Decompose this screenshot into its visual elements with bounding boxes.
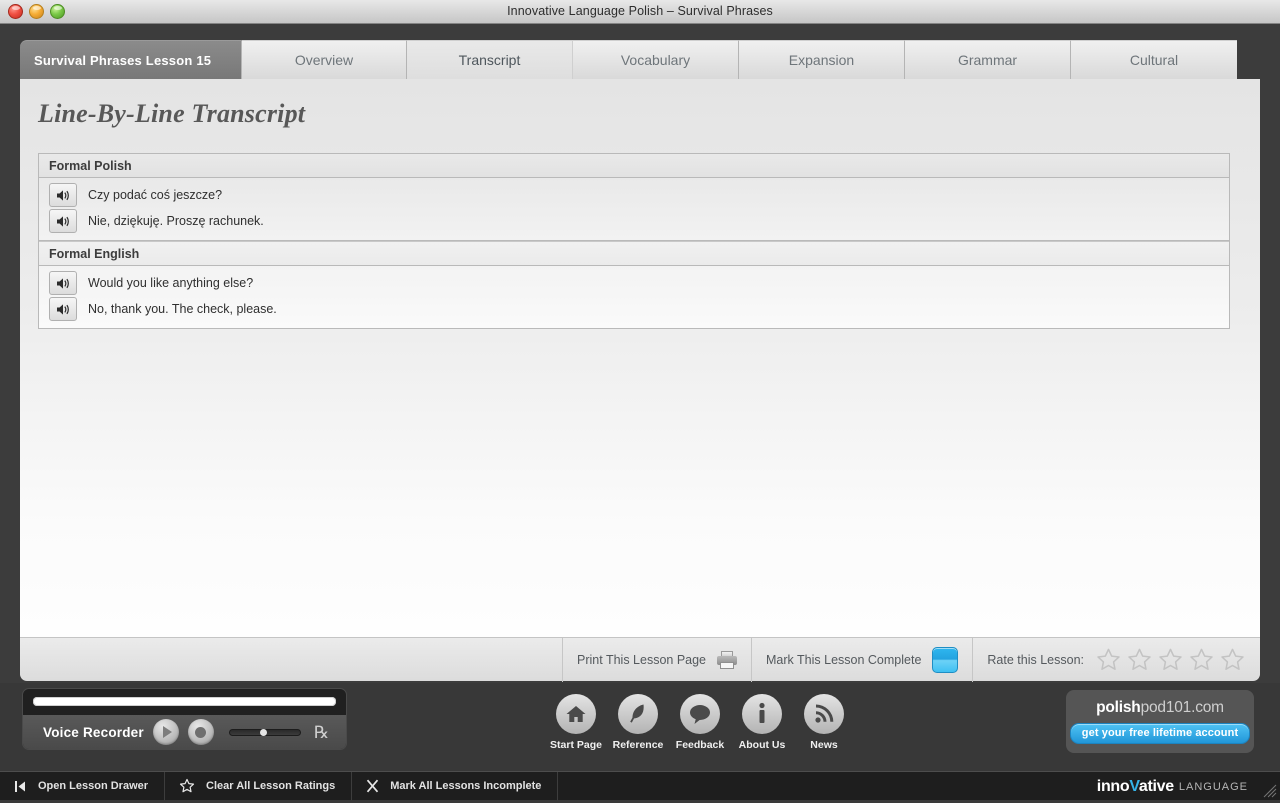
star-icon-1[interactable] bbox=[1095, 647, 1122, 673]
nav-reference[interactable]: Reference bbox=[613, 694, 663, 751]
nav-about-us-label: About Us bbox=[738, 739, 786, 751]
star-icon-4[interactable] bbox=[1188, 647, 1215, 673]
transcript-line[interactable]: Would you like anything else? bbox=[39, 270, 1229, 296]
tab-overview-label: Overview bbox=[294, 52, 354, 68]
nav-feedback[interactable]: Feedback bbox=[676, 694, 724, 751]
tab-cultural[interactable]: Cultural bbox=[1071, 40, 1237, 79]
tab-grammar[interactable]: Grammar bbox=[905, 40, 1071, 79]
lesson-title-tab[interactable]: Survival Phrases Lesson 15 bbox=[20, 40, 242, 79]
speaker-icon[interactable] bbox=[49, 183, 77, 207]
status-bar: Open Lesson Drawer Clear All Lesson Rati… bbox=[0, 771, 1280, 801]
star-icon-3[interactable] bbox=[1157, 647, 1184, 673]
print-lesson-label: Print This Lesson Page bbox=[577, 652, 707, 667]
voice-recorder-panel: Voice Recorder ℞ bbox=[22, 688, 347, 750]
window-title: Innovative Language Polish – Survival Ph… bbox=[507, 4, 773, 18]
nav-news-label: News bbox=[810, 739, 838, 751]
star-icon-5[interactable] bbox=[1219, 647, 1246, 673]
brand-part-2: ative bbox=[1138, 777, 1174, 795]
star-icon-2[interactable] bbox=[1126, 647, 1153, 673]
x-mark-icon bbox=[366, 779, 379, 793]
nav-start-page[interactable]: Start Page bbox=[550, 694, 602, 751]
promo-url: polishpod101.com bbox=[1096, 699, 1224, 717]
record-icon[interactable] bbox=[187, 719, 214, 745]
brand-subtitle: LANGUAGE bbox=[1178, 780, 1248, 793]
volume-slider[interactable] bbox=[228, 728, 301, 736]
tab-grammar-label: Grammar bbox=[957, 52, 1018, 68]
tab-vocabulary[interactable]: Vocabulary bbox=[573, 40, 739, 79]
tab-expansion[interactable]: Expansion bbox=[739, 40, 905, 79]
speech-bubble-icon bbox=[680, 694, 720, 734]
transcript-line-text: No, thank you. The check, please. bbox=[88, 302, 277, 316]
voice-recorder-label: Voice Recorder bbox=[43, 724, 144, 740]
rate-lesson-label: Rate this Lesson: bbox=[987, 652, 1084, 667]
print-lesson-button[interactable]: Print This Lesson Page bbox=[562, 637, 751, 682]
lesson-content-panel: Line-By-Line Transcript Formal Polish Cz… bbox=[20, 79, 1260, 679]
tab-strip-corner bbox=[1238, 40, 1260, 79]
transcript-line-text: Nie, dziękuję. Proszę rachunek. bbox=[88, 214, 264, 228]
speaker-icon[interactable] bbox=[49, 209, 77, 233]
transcript-line[interactable]: Czy podać coś jeszcze? bbox=[39, 182, 1229, 208]
transcript-section-body-english: Would you like anything else? No, thank … bbox=[39, 266, 1229, 328]
sound-wave-icon: ℞ bbox=[313, 722, 330, 742]
promo-url-rest: pod101.com bbox=[1140, 699, 1225, 716]
transcript-line[interactable]: Nie, dziękuję. Proszę rachunek. bbox=[39, 208, 1229, 234]
nav-reference-label: Reference bbox=[612, 739, 664, 751]
mark-lesson-complete-button[interactable]: Mark This Lesson Complete bbox=[751, 637, 972, 682]
star-outline-icon bbox=[179, 778, 195, 794]
rate-lesson-group: Rate this Lesson: bbox=[972, 637, 1260, 682]
tab-transcript-label: Transcript bbox=[458, 52, 521, 68]
tab-overview[interactable]: Overview bbox=[242, 40, 407, 79]
speaker-icon[interactable] bbox=[49, 271, 77, 295]
application-window: Innovative Language Polish – Survival Ph… bbox=[0, 0, 1280, 801]
clear-all-ratings-label: Clear All Lesson Ratings bbox=[206, 780, 336, 792]
transcript-line-text: Czy podać coś jeszcze? bbox=[88, 188, 223, 202]
mark-all-incomplete-label: Mark All Lessons Incomplete bbox=[390, 780, 542, 792]
free-account-button[interactable]: get your free lifetime account bbox=[1069, 723, 1251, 744]
open-lesson-drawer-button[interactable]: Open Lesson Drawer bbox=[0, 771, 166, 801]
home-icon bbox=[556, 694, 596, 734]
rss-icon bbox=[804, 694, 844, 734]
window-titlebar: Innovative Language Polish – Survival Ph… bbox=[0, 0, 1280, 24]
mark-all-incomplete-button[interactable]: Mark All Lessons Incomplete bbox=[352, 771, 559, 801]
transcript-line[interactable]: No, thank you. The check, please. bbox=[39, 296, 1229, 322]
transcript-section-heading-english: Formal English bbox=[39, 241, 1229, 266]
lesson-title-label: Survival Phrases Lesson 15 bbox=[34, 52, 212, 68]
tab-cultural-label: Cultural bbox=[1129, 52, 1179, 68]
clear-all-ratings-button[interactable]: Clear All Lesson Ratings bbox=[165, 771, 353, 801]
printer-icon bbox=[717, 650, 738, 669]
tab-vocabulary-label: Vocabulary bbox=[620, 52, 691, 68]
resize-grip[interactable] bbox=[1263, 784, 1277, 798]
page-title: Line-By-Line Transcript bbox=[38, 99, 306, 128]
promo-panel: polishpod101.com get your free lifetime … bbox=[1066, 690, 1254, 753]
tab-transcript[interactable]: Transcript bbox=[407, 40, 573, 79]
tab-bar: Survival Phrases Lesson 15 Overview Tran… bbox=[20, 40, 1260, 79]
info-icon bbox=[742, 694, 782, 734]
transcript-line-text: Would you like anything else? bbox=[88, 276, 254, 290]
promo-url-brand: polish bbox=[1096, 699, 1141, 716]
transcript-section-body-polish: Czy podać coś jeszcze? Nie, dziękuję. Pr… bbox=[39, 178, 1229, 241]
play-icon[interactable] bbox=[152, 719, 179, 745]
complete-checkbox[interactable] bbox=[932, 646, 959, 673]
drawer-open-icon bbox=[14, 780, 27, 793]
recorder-controls: Voice Recorder ℞ bbox=[23, 715, 346, 749]
innovative-language-brand: innoVative LANGUAGE bbox=[1097, 772, 1248, 801]
recorder-progress-bar[interactable] bbox=[33, 697, 336, 706]
rating-stars[interactable] bbox=[1095, 647, 1246, 673]
brand-name: innoVative bbox=[1097, 778, 1174, 796]
brand-check-v: V bbox=[1129, 777, 1139, 795]
dock-nav-icons: Start Page Reference Feedback About Us N… bbox=[550, 694, 844, 751]
tab-expansion-label: Expansion bbox=[788, 52, 855, 68]
nav-about-us[interactable]: About Us bbox=[739, 694, 785, 751]
lesson-action-bar: Print This Lesson Page Mark This Lesson … bbox=[20, 637, 1260, 682]
mark-complete-label: Mark This Lesson Complete bbox=[766, 652, 922, 667]
transcript-section-heading-polish: Formal Polish bbox=[39, 154, 1229, 178]
transcript-table: Formal Polish Czy podać coś jeszcze? Nie… bbox=[38, 153, 1230, 329]
brand-part-1: inno bbox=[1096, 777, 1130, 795]
nav-news[interactable]: News bbox=[804, 694, 844, 751]
nav-about-feedback-label: Feedback bbox=[675, 739, 725, 751]
nav-start-page-label: Start Page bbox=[550, 739, 602, 751]
open-lesson-drawer-label: Open Lesson Drawer bbox=[38, 780, 149, 792]
feather-icon bbox=[618, 694, 658, 734]
speaker-icon[interactable] bbox=[49, 297, 77, 321]
